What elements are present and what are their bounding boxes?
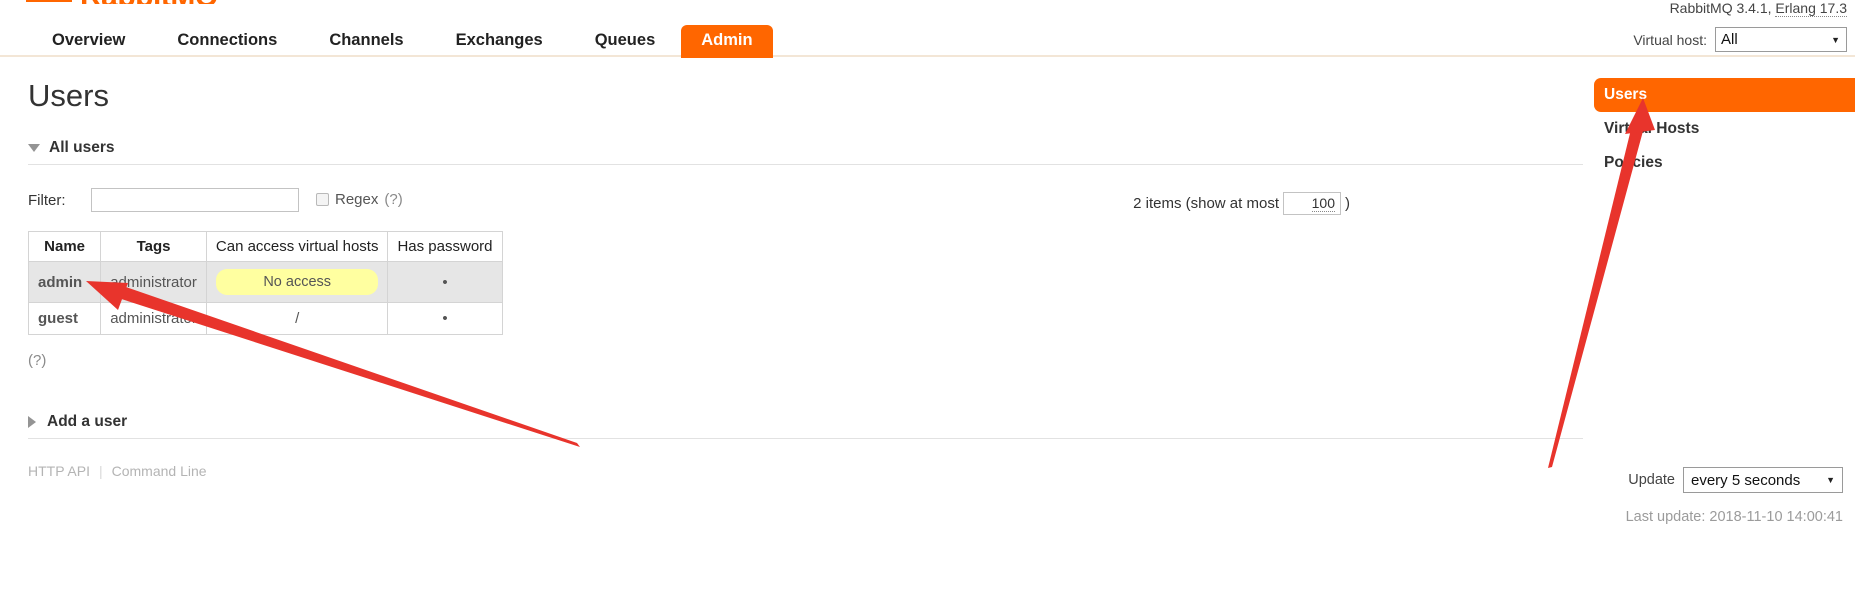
rabbitmq-management-page: RabbitMQ RabbitMQ 3.4.1, Erlang 17.3 Vir… bbox=[0, 0, 1855, 601]
users-table-head: Name Tags Can access virtual hosts Has p… bbox=[27, 231, 503, 262]
regex-checkbox[interactable] bbox=[316, 193, 329, 206]
column-header-name[interactable]: Name bbox=[27, 231, 102, 262]
cell-user-vhosts: / bbox=[205, 302, 389, 335]
cell-user-has-password: • bbox=[387, 261, 503, 303]
cell-user-vhosts: No access bbox=[205, 261, 389, 303]
tab-exchanges[interactable]: Exchanges bbox=[430, 25, 569, 58]
last-update-timestamp: Last update: 2018-11-10 14:00:41 bbox=[1625, 509, 1843, 525]
triangle-down-icon bbox=[28, 144, 40, 152]
tab-channels[interactable]: Channels bbox=[303, 25, 429, 58]
column-header-vhosts: Can access virtual hosts bbox=[205, 231, 389, 262]
erlang-version: Erlang 17.3 bbox=[1775, 0, 1847, 17]
cell-user-name[interactable]: guest bbox=[27, 302, 102, 335]
add-user-heading: Add a user bbox=[47, 413, 128, 430]
footer-separator: | bbox=[98, 463, 103, 479]
page-title: Users bbox=[28, 78, 109, 113]
command-line-link[interactable]: Command Line bbox=[112, 463, 207, 479]
users-help-link[interactable]: (?) bbox=[28, 352, 1583, 369]
regex-option[interactable]: Regex (?) bbox=[316, 191, 403, 208]
filter-row: Filter: Regex (?) 2 items (show at most … bbox=[28, 188, 1583, 215]
status-badge: No access bbox=[215, 269, 379, 295]
column-header-tags[interactable]: Tags bbox=[100, 231, 207, 262]
sidebar-item-policies[interactable]: Policies bbox=[1594, 146, 1855, 180]
sidebar-item-virtual-hosts[interactable]: Virtual Hosts bbox=[1594, 112, 1855, 146]
update-interval-value: every 5 seconds bbox=[1691, 471, 1801, 489]
update-label: Update bbox=[1628, 472, 1675, 488]
table-row[interactable]: admin administrator No access • bbox=[27, 261, 503, 303]
table-row[interactable]: guest administrator / • bbox=[27, 302, 503, 335]
cell-user-tags: administrator bbox=[100, 261, 207, 303]
update-interval-control: Update every 5 seconds ▼ bbox=[1628, 467, 1843, 493]
http-api-link[interactable]: HTTP API bbox=[28, 463, 90, 479]
add-user-section-header[interactable]: Add a user bbox=[28, 413, 1583, 439]
version-prefix: RabbitMQ 3.4.1, bbox=[1669, 0, 1772, 16]
cell-user-has-password: • bbox=[387, 302, 503, 335]
logo-wordmark: RabbitMQ bbox=[80, 0, 218, 4]
tab-admin[interactable]: Admin bbox=[681, 25, 773, 58]
nav-tab-list: Overview Connections Channels Exchanges … bbox=[26, 25, 773, 58]
admin-sidebar: Users Virtual Hosts Policies bbox=[1594, 78, 1855, 180]
main-navigation: Overview Connections Channels Exchanges … bbox=[0, 25, 1855, 58]
main-content: All users Filter: Regex (?) 2 items (sho… bbox=[27, 139, 1583, 479]
items-count-prefix: 2 items (show at most bbox=[1133, 195, 1279, 212]
rabbitmq-logo[interactable]: RabbitMQ bbox=[26, 0, 286, 4]
regex-help-link[interactable]: (?) bbox=[384, 191, 402, 208]
filter-label: Filter: bbox=[28, 192, 66, 209]
all-users-heading: All users bbox=[49, 139, 115, 156]
cell-user-name[interactable]: admin bbox=[27, 261, 102, 303]
column-header-password: Has password bbox=[387, 231, 503, 262]
logo-mark-icon bbox=[26, 0, 72, 2]
tab-queues[interactable]: Queues bbox=[569, 25, 682, 58]
version-info: RabbitMQ 3.4.1, Erlang 17.3 bbox=[1669, 0, 1847, 17]
users-table: Name Tags Can access virtual hosts Has p… bbox=[27, 231, 503, 335]
items-per-page-value: 100 bbox=[1311, 195, 1335, 212]
regex-label: Regex bbox=[335, 191, 379, 208]
sidebar-item-users[interactable]: Users bbox=[1594, 78, 1855, 112]
tab-connections[interactable]: Connections bbox=[151, 25, 303, 58]
items-count: 2 items (show at most 100 ) bbox=[1133, 192, 1350, 215]
triangle-right-icon bbox=[28, 416, 36, 428]
items-count-suffix: ) bbox=[1345, 195, 1350, 212]
footer-links: HTTP API | Command Line bbox=[28, 463, 1583, 479]
filter-input[interactable] bbox=[91, 188, 299, 212]
all-users-section-header[interactable]: All users bbox=[28, 139, 1583, 165]
chevron-down-icon: ▼ bbox=[1826, 475, 1835, 485]
cell-user-tags: administrator bbox=[100, 302, 207, 335]
items-per-page-input[interactable]: 100 bbox=[1283, 192, 1341, 215]
tab-overview[interactable]: Overview bbox=[26, 25, 151, 58]
users-table-header-row: Name Tags Can access virtual hosts Has p… bbox=[27, 231, 503, 262]
update-interval-select[interactable]: every 5 seconds ▼ bbox=[1683, 467, 1843, 493]
users-table-body: admin administrator No access • guest ad… bbox=[27, 261, 503, 335]
